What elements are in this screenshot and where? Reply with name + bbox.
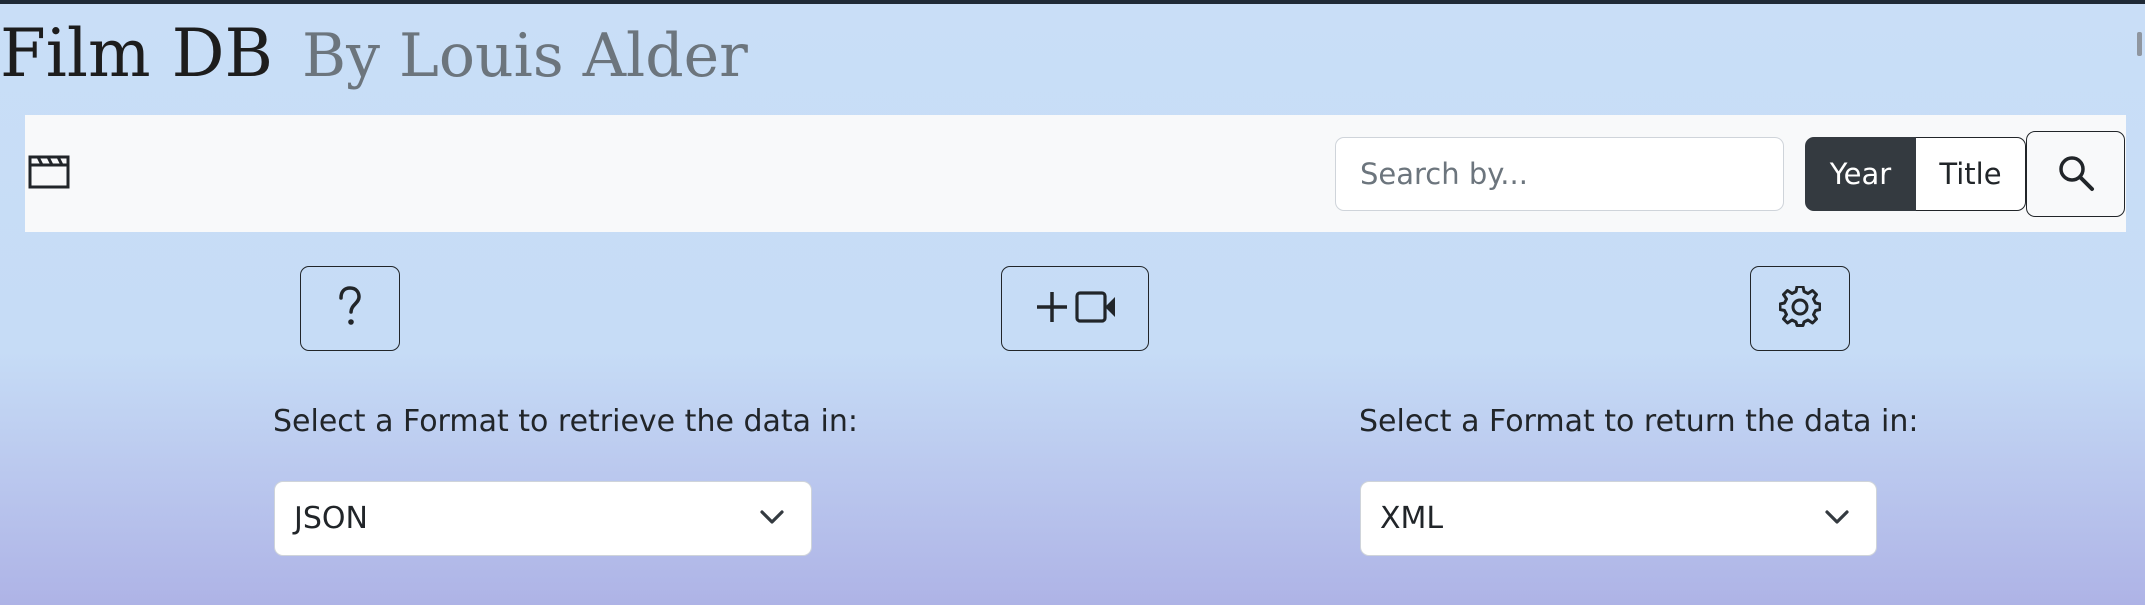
search-icon (2057, 154, 2095, 195)
toggle-year-button[interactable]: Year (1805, 137, 1916, 211)
plus-video-icon (1033, 289, 1117, 328)
subtitle-text: By Louis Alder (301, 21, 748, 91)
add-film-button[interactable] (1001, 266, 1149, 351)
return-format-value: XML (1380, 501, 1444, 536)
search-input[interactable] (1335, 137, 1784, 211)
return-format-label: Select a Format to return the data in: (1359, 404, 1919, 439)
search-button[interactable] (2026, 131, 2125, 217)
chevron-down-icon (1824, 509, 1850, 529)
toggle-title-button[interactable]: Title (1916, 137, 2026, 211)
scrollbar-thumb[interactable] (2137, 32, 2142, 56)
question-mark-icon (337, 286, 363, 331)
retrieve-format-select[interactable]: JSON (274, 481, 812, 556)
chevron-down-icon (759, 509, 785, 529)
return-format-select[interactable]: XML (1360, 481, 1877, 556)
search-mode-toggle: Year Title (1805, 137, 2026, 211)
retrieve-format-label: Select a Format to retrieve the data in: (273, 404, 859, 439)
page-title: Film DB By Louis Alder (0, 14, 748, 96)
help-button[interactable] (300, 266, 400, 351)
retrieve-format-value: JSON (294, 501, 368, 536)
navbar: Year Title (25, 115, 2126, 232)
title-text: Film DB (0, 15, 273, 92)
gear-icon (1778, 285, 1822, 331)
settings-button[interactable] (1750, 266, 1850, 351)
film-clapper-icon[interactable] (28, 155, 70, 189)
